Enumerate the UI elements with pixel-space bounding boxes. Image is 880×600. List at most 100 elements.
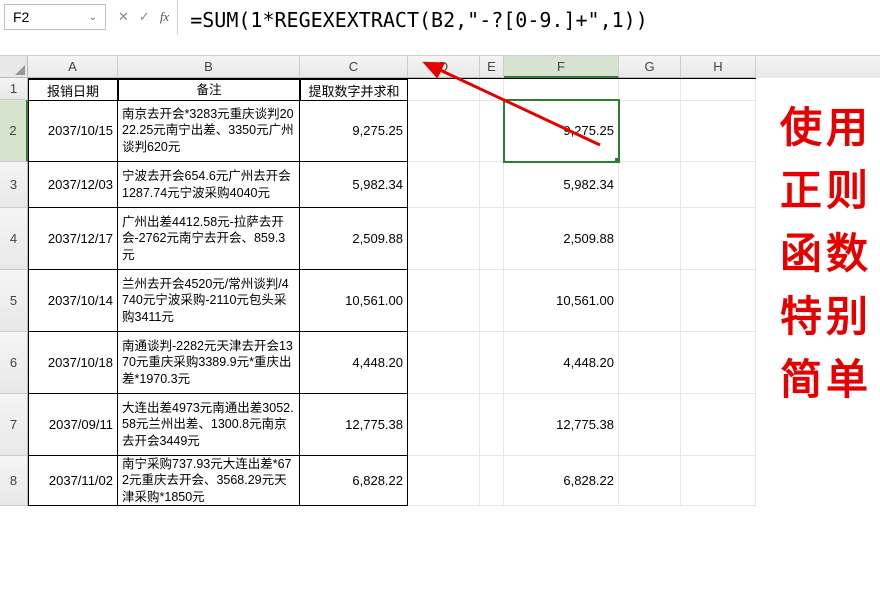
cell-D8[interactable] — [408, 456, 480, 506]
col-header-E[interactable]: E — [480, 56, 504, 78]
cell-A1[interactable]: 报销日期 — [28, 79, 118, 101]
cell-G8[interactable] — [619, 456, 681, 506]
row-headers: 12345678 — [0, 78, 28, 506]
row-header-4[interactable]: 4 — [0, 208, 28, 270]
cell-B6[interactable]: 南通谈判-2282元天津去开会1370元重庆采购3389.9元*重庆出差*197… — [118, 332, 300, 394]
cell-F2[interactable]: 9,275.25 — [504, 100, 619, 162]
cell-G6[interactable] — [619, 332, 681, 394]
cell-D1[interactable] — [408, 79, 480, 101]
cell-A8[interactable]: 2037/11/02 — [28, 456, 118, 506]
cell-C2[interactable]: 9,275.25 — [300, 100, 408, 162]
col-header-D[interactable]: D — [408, 56, 480, 78]
col-header-G[interactable]: G — [619, 56, 681, 78]
cell-D7[interactable] — [408, 394, 480, 456]
col-header-A[interactable]: A — [28, 56, 118, 78]
cell-A6[interactable]: 2037/10/18 — [28, 332, 118, 394]
col-header-F[interactable]: F — [504, 56, 619, 78]
col-header-B[interactable]: B — [118, 56, 300, 78]
row-header-8[interactable]: 8 — [0, 456, 28, 506]
cell-E1[interactable] — [480, 79, 504, 101]
row-header-2[interactable]: 2 — [0, 100, 28, 162]
cell-B1[interactable]: 备注 — [118, 79, 300, 101]
cell-G7[interactable] — [619, 394, 681, 456]
col-header-H[interactable]: H — [681, 56, 756, 78]
cell-B4[interactable]: 广州出差4412.58元-拉萨去开会-2762元南宁去开会、859.3元 — [118, 208, 300, 270]
cell-G4[interactable] — [619, 208, 681, 270]
cell-C3[interactable]: 5,982.34 — [300, 162, 408, 208]
cell-F7[interactable]: 12,775.38 — [504, 394, 619, 456]
cell-F3[interactable]: 5,982.34 — [504, 162, 619, 208]
cell-H6[interactable] — [681, 332, 756, 394]
cell-F1[interactable] — [504, 79, 619, 101]
cell-H1[interactable] — [681, 79, 756, 101]
cell-H3[interactable] — [681, 162, 756, 208]
cell-A4[interactable]: 2037/12/17 — [28, 208, 118, 270]
cell-G3[interactable] — [619, 162, 681, 208]
cancel-formula-icon[interactable]: ✕ — [116, 9, 131, 25]
row-header-6[interactable]: 6 — [0, 332, 28, 394]
cell-G2[interactable] — [619, 100, 681, 162]
cells-container: 报销日期备注提取数字并求和2037/10/15南京去开会*3283元重庆谈判20… — [28, 78, 756, 506]
cell-H7[interactable] — [681, 394, 756, 456]
fx-icon[interactable]: fx — [158, 9, 171, 25]
row-header-1[interactable]: 1 — [0, 78, 28, 100]
cell-E5[interactable] — [480, 270, 504, 332]
cell-B2[interactable]: 南京去开会*3283元重庆谈判2022.25元南宁出差、3350元广州谈判620… — [118, 100, 300, 162]
sheet-body: 12345678 报销日期备注提取数字并求和2037/10/15南京去开会*32… — [0, 78, 880, 506]
cell-F8[interactable]: 6,828.22 — [504, 456, 619, 506]
cell-B7[interactable]: 大连出差4973元南通出差3052.58元兰州出差、1300.8元南京去开会34… — [118, 394, 300, 456]
cell-F6[interactable]: 4,448.20 — [504, 332, 619, 394]
cell-B5[interactable]: 兰州去开会4520元/常州谈判/4740元宁波采购-2110元包头采购3411元 — [118, 270, 300, 332]
cell-B8[interactable]: 南宁采购737.93元大连出差*672元重庆去开会、3568.29元天津采购*1… — [118, 456, 300, 506]
table-row: 2037/10/15南京去开会*3283元重庆谈判2022.25元南宁出差、33… — [28, 100, 756, 162]
cell-A7[interactable]: 2037/09/11 — [28, 394, 118, 456]
cell-E2[interactable] — [480, 100, 504, 162]
name-box[interactable]: F2 ⌄ — [4, 4, 106, 30]
spreadsheet-grid: A B C D E F G H 12345678 报销日期备注提取数字并求和20… — [0, 56, 880, 506]
row-header-7[interactable]: 7 — [0, 394, 28, 456]
chevron-down-icon[interactable]: ⌄ — [89, 12, 97, 23]
cell-E7[interactable] — [480, 394, 504, 456]
cell-C7[interactable]: 12,775.38 — [300, 394, 408, 456]
name-box-value: F2 — [13, 9, 29, 25]
cell-E4[interactable] — [480, 208, 504, 270]
cell-F4[interactable]: 2,509.88 — [504, 208, 619, 270]
cell-C6[interactable]: 4,448.20 — [300, 332, 408, 394]
table-row: 2037/12/03宁波去开会654.6元广州去开会1287.74元宁波采购40… — [28, 162, 756, 208]
row-header-5[interactable]: 5 — [0, 270, 28, 332]
cell-D6[interactable] — [408, 332, 480, 394]
cell-G5[interactable] — [619, 270, 681, 332]
table-row: 2037/12/17广州出差4412.58元-拉萨去开会-2762元南宁去开会、… — [28, 208, 756, 270]
table-row: 2037/10/14兰州去开会4520元/常州谈判/4740元宁波采购-2110… — [28, 270, 756, 332]
table-row: 2037/10/18南通谈判-2282元天津去开会1370元重庆采购3389.9… — [28, 332, 756, 394]
row-header-3[interactable]: 3 — [0, 162, 28, 208]
cell-A2[interactable]: 2037/10/15 — [28, 100, 118, 162]
cell-D2[interactable] — [408, 100, 480, 162]
select-all-corner[interactable] — [0, 56, 28, 78]
cell-E8[interactable] — [480, 456, 504, 506]
cell-H2[interactable] — [681, 100, 756, 162]
cell-H8[interactable] — [681, 456, 756, 506]
cell-H4[interactable] — [681, 208, 756, 270]
cell-B3[interactable]: 宁波去开会654.6元广州去开会1287.74元宁波采购4040元 — [118, 162, 300, 208]
cell-A3[interactable]: 2037/12/03 — [28, 162, 118, 208]
cell-A5[interactable]: 2037/10/14 — [28, 270, 118, 332]
cell-G1[interactable] — [619, 79, 681, 101]
cell-E6[interactable] — [480, 332, 504, 394]
table-row: 2037/09/11大连出差4973元南通出差3052.58元兰州出差、1300… — [28, 394, 756, 456]
cell-H5[interactable] — [681, 270, 756, 332]
table-row: 2037/11/02南宁采购737.93元大连出差*672元重庆去开会、3568… — [28, 456, 756, 506]
formula-input[interactable]: =SUM(1*REGEXEXTRACT(B2,"-?[0-9.]+",1)) — [178, 0, 880, 55]
cell-F5[interactable]: 10,561.00 — [504, 270, 619, 332]
cell-D3[interactable] — [408, 162, 480, 208]
col-header-C[interactable]: C — [300, 56, 408, 78]
confirm-formula-icon[interactable]: ✓ — [137, 9, 152, 25]
cell-C4[interactable]: 2,509.88 — [300, 208, 408, 270]
cell-C5[interactable]: 10,561.00 — [300, 270, 408, 332]
cell-C8[interactable]: 6,828.22 — [300, 456, 408, 506]
cell-D4[interactable] — [408, 208, 480, 270]
cell-C1[interactable]: 提取数字并求和 — [300, 79, 408, 101]
formula-buttons: ✕ ✓ fx — [110, 0, 178, 34]
cell-D5[interactable] — [408, 270, 480, 332]
cell-E3[interactable] — [480, 162, 504, 208]
